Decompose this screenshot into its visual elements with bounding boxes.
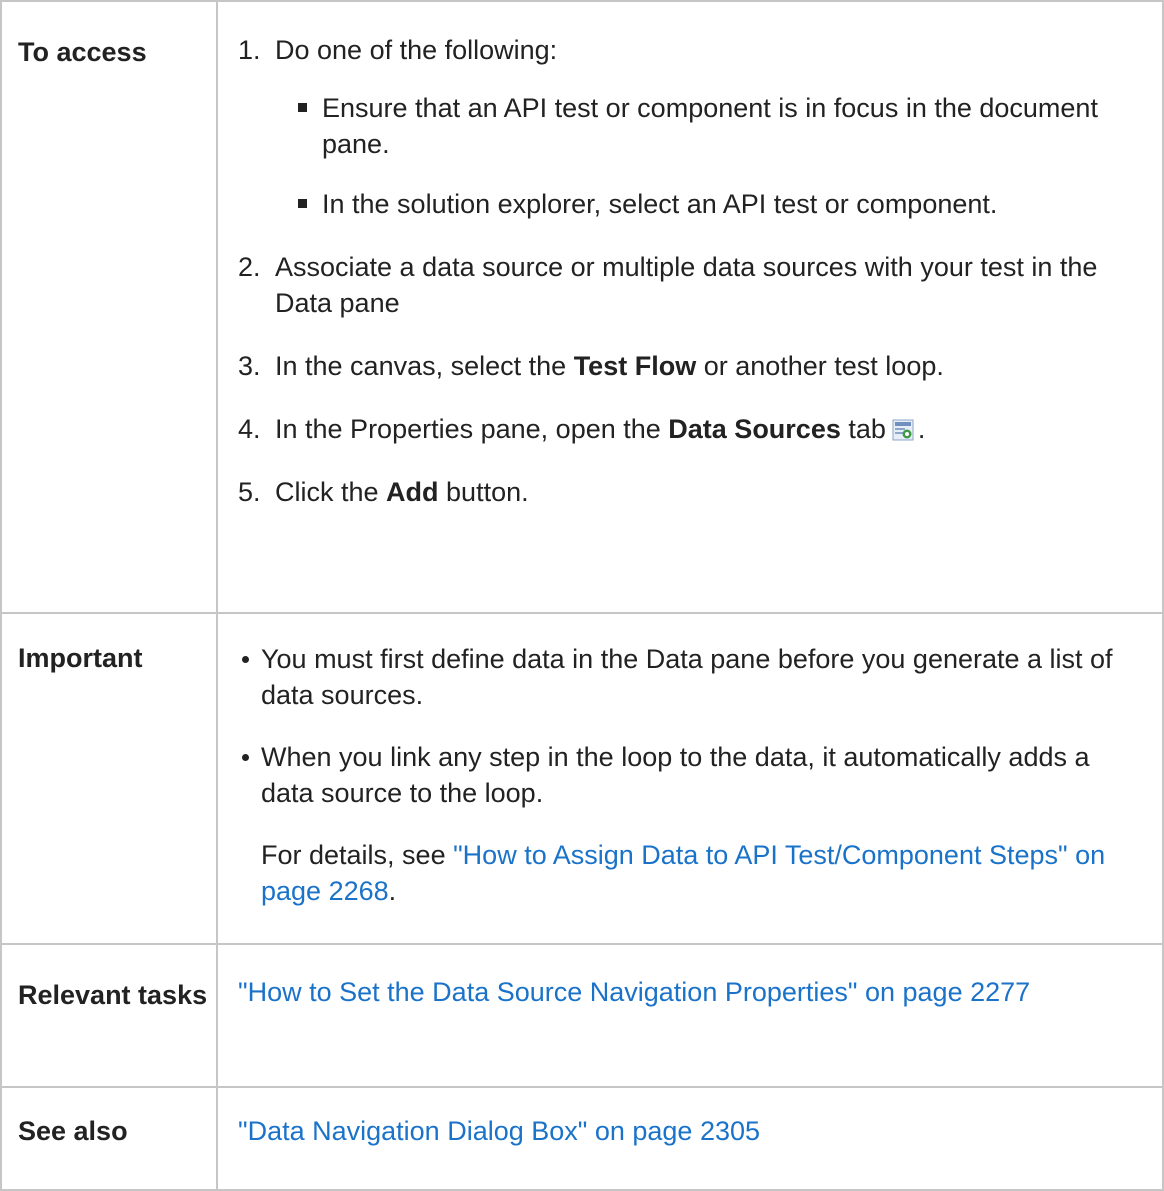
step-number: 3. [238, 351, 261, 381]
to-access-label: To access [0, 0, 218, 614]
step-number: 5. [238, 477, 261, 507]
bullet-item: When you link any step in the loop to th… [238, 739, 1146, 811]
sub-list: Ensure that an API test or component is … [275, 90, 1146, 222]
row-relevant-tasks: Relevant tasks "How to Set the Data Sour… [0, 943, 1164, 1088]
step-text-post: tab [840, 414, 886, 444]
to-access-content: 1. Do one of the following: Ensure that … [216, 0, 1164, 614]
data-sources-tab-icon [892, 419, 914, 441]
step-number: 2. [238, 252, 261, 282]
step-4: 4. In the Properties pane, open the Data… [238, 411, 1146, 447]
row-to-access: To access 1. Do one of the following: En… [0, 0, 1164, 614]
details-text: For details, see [261, 840, 454, 870]
data-sources-term: Data Sources [668, 414, 841, 444]
step-number: 1. [238, 35, 261, 65]
square-bullet-icon [298, 199, 307, 208]
sub-item-text: Ensure that an API test or component is … [322, 93, 1098, 159]
step-text: Associate a data source or multiple data… [275, 252, 1098, 318]
step-text-pre: In the Properties pane, open the [275, 414, 669, 444]
details-end: . [388, 876, 397, 906]
data-navigation-dialog-link[interactable]: "Data Navigation Dialog Box" on page 230… [238, 1116, 760, 1146]
step-3: 3. In the canvas, select the Test Flow o… [238, 348, 1146, 384]
step-number: 4. [238, 414, 261, 444]
test-flow-term: Test Flow [573, 351, 697, 381]
bullet-text: When you link any step in the loop to th… [261, 742, 1090, 808]
relevant-tasks-content: "How to Set the Data Source Navigation P… [216, 943, 1164, 1088]
navigation-properties-link[interactable]: "How to Set the Data Source Navigation P… [238, 977, 1030, 1007]
bullet-dot-icon [242, 754, 249, 761]
step-text-post: button. [438, 477, 529, 507]
step-text-end: . [917, 414, 926, 444]
sub-item-text: In the solution explorer, select an API … [322, 189, 998, 219]
see-also-content: "Data Navigation Dialog Box" on page 230… [216, 1086, 1164, 1191]
bullet-text: You must first define data in the Data p… [261, 644, 1113, 710]
step-2: 2. Associate a data source or multiple d… [238, 249, 1146, 321]
step-5: 5. Click the Add button. [238, 474, 1146, 510]
row-see-also: See also "Data Navigation Dialog Box" on… [0, 1086, 1164, 1191]
step-text: In the canvas, select the Test Flow or a… [275, 348, 1146, 384]
step-text: Do one of the following: [275, 35, 558, 65]
add-term: Add [386, 477, 439, 507]
square-bullet-icon [298, 103, 307, 112]
step-text-post: or another test loop. [696, 351, 944, 381]
step-text: Click the Add button. [275, 474, 1146, 510]
see-also-label: See also [0, 1086, 218, 1191]
step-text-pre: In the canvas, select the [275, 351, 574, 381]
step-1: 1. Do one of the following: Ensure that … [238, 32, 1146, 222]
step-text: In the Properties pane, open the Data So… [275, 411, 1146, 447]
sub-item: In the solution explorer, select an API … [275, 186, 1146, 222]
bullet-item: You must first define data in the Data p… [238, 641, 1146, 713]
relevant-tasks-label: Relevant tasks [0, 943, 218, 1088]
details-paragraph: For details, see "How to Assign Data to … [261, 837, 1146, 909]
important-label: Important [0, 612, 218, 945]
bullet-dot-icon [242, 656, 249, 663]
info-table: To access 1. Do one of the following: En… [0, 0, 1164, 1191]
row-important: Important You must first define data in … [0, 612, 1164, 945]
step-text-pre: Click the [275, 477, 387, 507]
sub-item: Ensure that an API test or component is … [275, 90, 1146, 162]
important-content: You must first define data in the Data p… [216, 612, 1164, 945]
